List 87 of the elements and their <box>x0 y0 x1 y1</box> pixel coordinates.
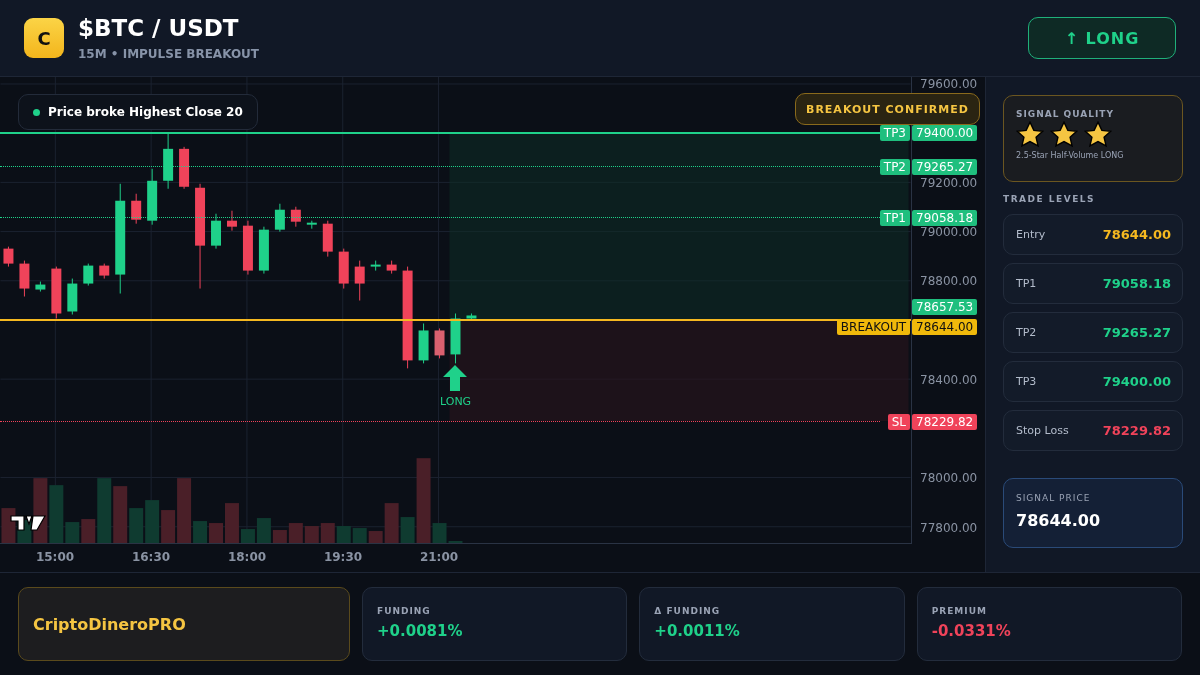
candle <box>418 322 429 364</box>
candle <box>242 220 253 276</box>
status-dot <box>33 108 40 116</box>
candle <box>450 313 461 364</box>
candle <box>338 248 349 290</box>
level-label: TP3 <box>1016 375 1037 388</box>
time-label: 19:30 <box>322 550 364 564</box>
price-tag: 78229.82 <box>912 413 977 430</box>
candle <box>386 260 397 275</box>
brand-name: CriptoDineroPRO <box>33 614 186 634</box>
star-icon <box>1016 121 1044 149</box>
candle <box>370 260 381 272</box>
candle <box>354 260 365 301</box>
candle <box>83 263 94 287</box>
candle <box>51 266 62 319</box>
metric-value: -0.0331% <box>931 622 1012 640</box>
level-label: Stop Loss <box>1016 424 1069 437</box>
metric-label: Δ FUNDING <box>654 606 722 616</box>
axis-label: 78000.00 <box>920 470 978 487</box>
level-label: Entry <box>1016 228 1046 241</box>
level-label: TP1 <box>1016 277 1037 290</box>
signal-price-label: SIGNAL PRICE <box>1016 493 1092 503</box>
candle <box>466 313 477 321</box>
price-level-label: TP3 <box>879 125 910 142</box>
volume-bar <box>352 528 367 543</box>
level-value: 78229.82 <box>1102 423 1171 438</box>
tradingview-logo-icon <box>10 514 46 532</box>
candle <box>274 203 285 233</box>
section-title: TRADE LEVELS <box>1003 194 1096 204</box>
timeframe-subtitle: 15M • IMPULSE BREAKOUT <box>78 47 260 61</box>
price-tag: 79058.18 <box>912 209 977 226</box>
level-value: 79058.18 <box>1102 276 1171 291</box>
candle <box>99 263 110 280</box>
price-tag: 78644.00 <box>912 318 977 335</box>
time-label: 18:00 <box>226 550 268 564</box>
breakout-confirmed-badge: BREAKOUT CONFIRMED <box>795 93 980 125</box>
pair-title: $BTC / USDT <box>78 15 240 41</box>
candle <box>211 213 221 250</box>
signal-price-value: 78644.00 <box>1016 511 1101 530</box>
metric-label: PREMIUM <box>931 606 988 616</box>
candle <box>147 168 158 226</box>
price-tag: 79265.27 <box>912 158 977 175</box>
candle <box>67 278 78 315</box>
candle <box>227 210 237 232</box>
metric-value: +0.0011% <box>654 622 741 640</box>
time-label: 15:00 <box>34 550 76 564</box>
price-tag: 79400.00 <box>912 125 977 142</box>
axis-label: 77800.00 <box>920 519 978 536</box>
candle <box>322 220 333 258</box>
legend-text: Price broke Highest Close 20 <box>48 105 243 119</box>
level-label: TP2 <box>1016 326 1037 339</box>
logo-icon: C <box>24 18 64 58</box>
candle <box>179 146 190 190</box>
level-value: 79400.00 <box>1102 374 1171 389</box>
metric-label: FUNDING <box>377 606 432 616</box>
star-icon <box>1084 121 1112 149</box>
star-icon <box>1050 121 1078 149</box>
volume-bar <box>209 523 223 543</box>
candle <box>131 193 142 225</box>
price-tag: 78657.53 <box>912 299 977 316</box>
candle <box>3 246 14 268</box>
candle <box>290 206 301 228</box>
card-title: SIGNAL QUALITY <box>1016 109 1115 119</box>
long-button[interactable]: ↑ LONG <box>1028 17 1176 59</box>
metric-value: +0.0081% <box>377 622 464 640</box>
candle <box>35 281 46 293</box>
axis-label: 78400.00 <box>920 371 978 388</box>
time-label: 16:30 <box>130 550 172 564</box>
volume-bar <box>336 526 351 543</box>
level-value: 78644.00 <box>1102 227 1171 242</box>
level-value: 79265.27 <box>1102 325 1171 340</box>
candle <box>19 260 30 298</box>
volume-bar <box>320 523 335 543</box>
axis-label: 79200.00 <box>920 174 978 191</box>
signal-marker-label: LONG <box>440 395 472 408</box>
quality-caption: 2.5-Star Half-Volume LONG <box>1016 151 1125 160</box>
candle <box>434 327 445 359</box>
volume-bar <box>304 526 319 543</box>
candle <box>306 220 317 230</box>
candle <box>163 133 174 190</box>
axis-label: 78800.00 <box>920 273 978 290</box>
axis-label: 79600.00 <box>920 76 978 92</box>
time-label: 21:00 <box>418 550 460 564</box>
volume-bar <box>145 500 160 543</box>
up-arrow-icon <box>443 365 467 391</box>
candle <box>258 226 269 275</box>
axis-label: 79000.00 <box>920 223 978 240</box>
